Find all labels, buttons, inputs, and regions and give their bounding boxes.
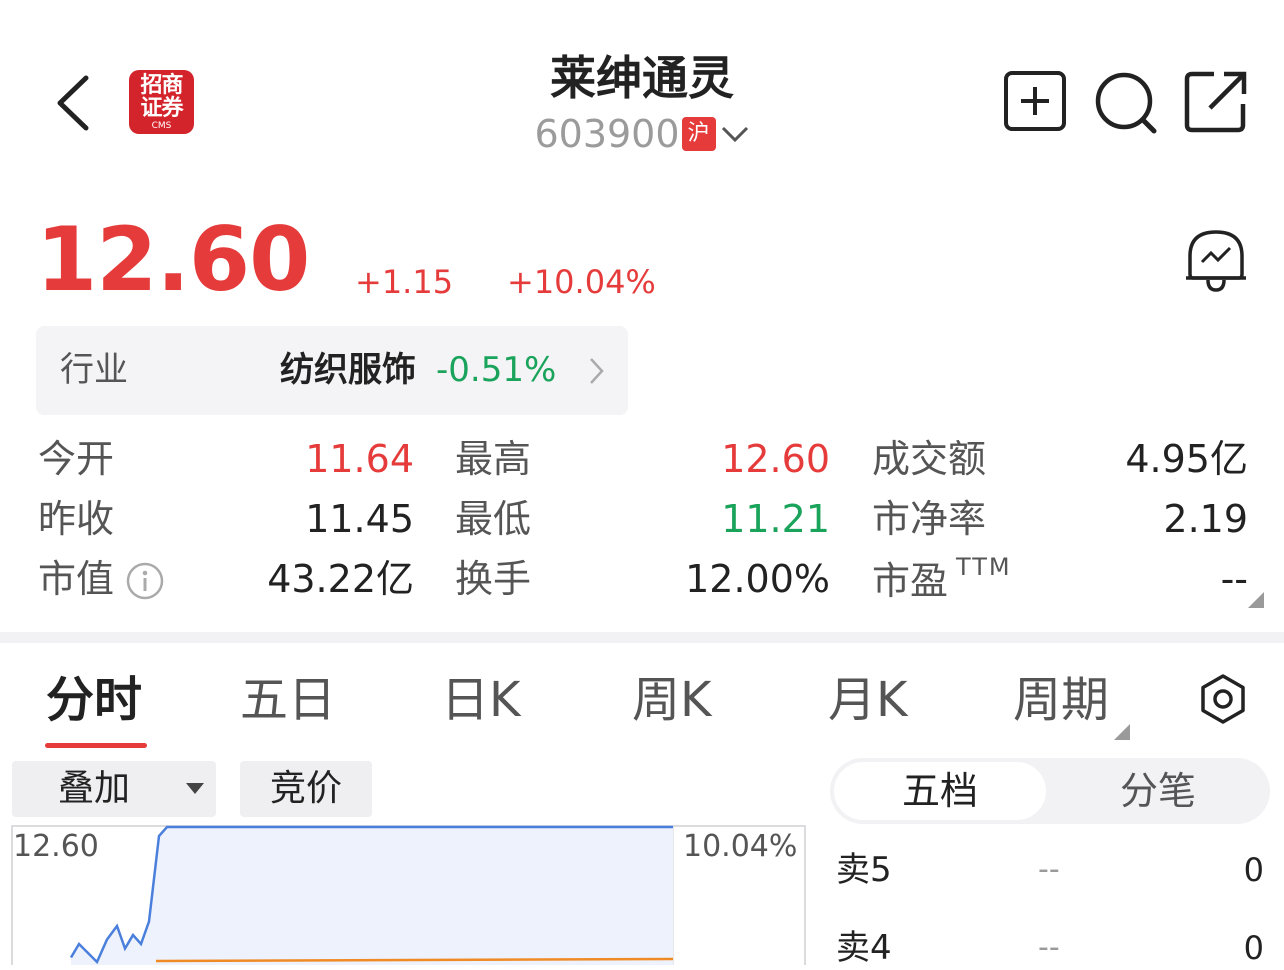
- tab-period[interactable]: 周期: [1013, 670, 1109, 730]
- industry-change: -0.51%: [436, 350, 557, 390]
- orderbook-level-volume: 0: [1243, 851, 1264, 889]
- info-icon[interactable]: [126, 562, 164, 600]
- overlay-dropdown[interactable]: 叠加: [12, 761, 216, 817]
- search-button[interactable]: [1094, 70, 1158, 134]
- logo-text-line1: 招商: [140, 72, 183, 98]
- stock-name: 莱绅通灵: [550, 51, 734, 105]
- stock-code-selector[interactable]: 603900 沪: [442, 110, 842, 158]
- expand-stats-indicator[interactable]: [1248, 592, 1264, 608]
- chevron-right-icon: [590, 358, 604, 384]
- share-icon: [1184, 71, 1247, 133]
- price-change-percent: +10.04%: [507, 263, 656, 301]
- add-watchlist-button[interactable]: [1003, 70, 1067, 134]
- current-price: 12.60: [36, 208, 310, 311]
- segment-five-levels[interactable]: 五档: [834, 762, 1046, 820]
- add-watchlist-icon: [1004, 71, 1066, 131]
- chart-settings-button[interactable]: [1198, 672, 1248, 726]
- caret-down-icon: [186, 783, 204, 794]
- orderbook-level-volume: 0: [1243, 929, 1264, 967]
- pb-label: 市净率: [872, 497, 987, 541]
- logo-text-line3: CMS: [151, 121, 172, 131]
- market-cap-value: 43.22亿: [267, 557, 414, 601]
- stock-code: 603900: [534, 112, 680, 156]
- pe-ttm-superscript: TTM: [956, 553, 1012, 581]
- high-value: 12.60: [721, 437, 830, 481]
- broker-logo: 招商 证券 CMS: [129, 70, 194, 134]
- chart-top-price-label: 12.60: [13, 829, 99, 864]
- pb-value: 2.19: [1163, 497, 1248, 541]
- back-button[interactable]: [50, 68, 100, 138]
- tab-intraday[interactable]: 分时: [46, 670, 142, 730]
- pe-value: --: [1220, 557, 1248, 601]
- price-change: +1.15: [355, 263, 454, 301]
- industry-label: 行业: [60, 350, 128, 390]
- open-label: 今开: [38, 437, 115, 481]
- segment-ticks[interactable]: 分笔: [1052, 762, 1264, 820]
- pe-label: 市盈: [872, 559, 949, 603]
- price-area-fill: [71, 827, 673, 965]
- orderbook-level-label: 卖5: [836, 850, 892, 890]
- low-value: 11.21: [721, 497, 830, 541]
- turnover-rate-value: 12.00%: [685, 557, 830, 601]
- industry-bar[interactable]: 行业 纺织服饰 -0.51%: [36, 326, 628, 415]
- chevron-down-icon: [721, 126, 748, 143]
- section-divider: [0, 632, 1284, 643]
- high-label: 最高: [455, 437, 532, 481]
- low-label: 最低: [455, 497, 532, 541]
- share-button[interactable]: [1184, 70, 1248, 134]
- market-badge: 沪: [681, 117, 716, 151]
- market-cap-label: 市值: [38, 557, 115, 601]
- logo-text-line2: 证券: [140, 95, 183, 121]
- orderbook-level-price: --: [1038, 852, 1060, 887]
- industry-name: 纺织服饰: [280, 350, 416, 390]
- chart-top-percent-label: 10.04%: [683, 829, 798, 864]
- prev-close-value: 11.45: [305, 497, 414, 541]
- search-icon: [1095, 72, 1157, 134]
- intraday-chart[interactable]: 12.60 10.04%: [11, 825, 806, 965]
- chevron-left-icon: [57, 75, 89, 131]
- turnover-value: 4.95亿: [1125, 437, 1248, 481]
- tab-monthly-k[interactable]: 月K: [828, 670, 907, 730]
- orderbook-level-label: 卖4: [836, 928, 892, 968]
- active-tab-underline: [45, 743, 147, 748]
- alert-bell-icon: [1186, 230, 1246, 292]
- turnover-rate-label: 换手: [455, 557, 532, 601]
- prev-close-label: 昨收: [38, 497, 115, 541]
- turnover-label: 成交额: [872, 437, 987, 481]
- orderbook-level-price: --: [1038, 930, 1060, 965]
- open-value: 11.64: [305, 437, 414, 481]
- settings-hexagon-icon: [1201, 674, 1245, 724]
- tab-five-day[interactable]: 五日: [240, 670, 336, 730]
- orderbook-segment-control: 五档 分笔: [830, 758, 1270, 824]
- tab-weekly-k[interactable]: 周K: [632, 670, 711, 730]
- price-alert-button[interactable]: [1184, 228, 1248, 292]
- auction-button[interactable]: 竞价: [240, 761, 372, 817]
- overlay-label: 叠加: [58, 768, 131, 809]
- tab-daily-k[interactable]: 日K: [441, 670, 520, 730]
- period-dropdown-indicator: [1114, 724, 1130, 740]
